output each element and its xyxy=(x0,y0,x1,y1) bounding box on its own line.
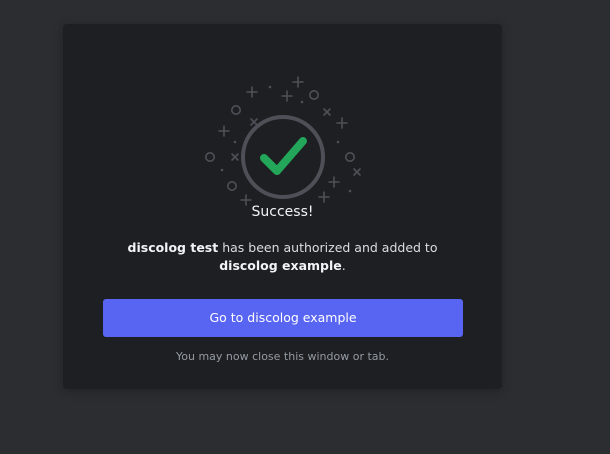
close-window-hint: You may now close this window or tab. xyxy=(175,350,390,363)
message-end-text: . xyxy=(341,258,346,273)
page: Success! discolog test has been authoriz… xyxy=(0,0,610,454)
message-middle-text: has been authorized and added to xyxy=(218,240,438,255)
go-to-button-prefix: Go to xyxy=(209,310,248,325)
success-card: Success! discolog test has been authoriz… xyxy=(63,24,502,389)
server-name: discolog example xyxy=(219,258,342,273)
success-illustration xyxy=(205,76,361,206)
checkmark-icon xyxy=(260,137,307,175)
sparkle-dots xyxy=(220,85,352,193)
app-name: discolog test xyxy=(127,240,219,255)
authorization-message: discolog test has been authorized and ad… xyxy=(103,239,462,275)
go-to-button-server-name: discolog example xyxy=(247,310,357,325)
success-title: Success! xyxy=(251,204,314,220)
go-to-server-button[interactable]: Go to discolog example xyxy=(103,299,463,337)
sparkle-decorations xyxy=(205,76,361,206)
check-circle xyxy=(241,115,325,199)
